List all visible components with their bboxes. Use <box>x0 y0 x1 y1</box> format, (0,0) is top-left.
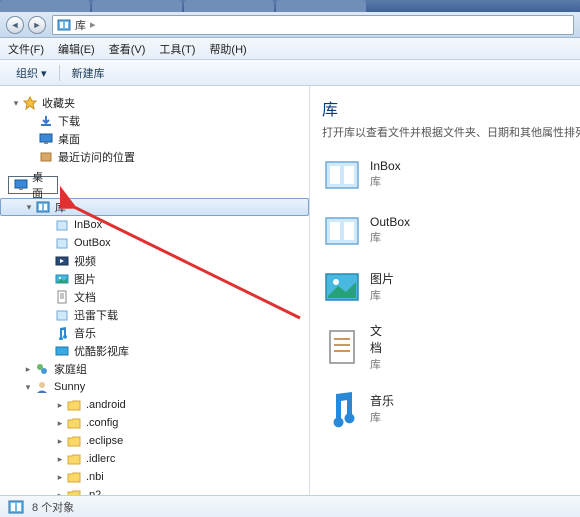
breadcrumb-sep: ▸ <box>90 18 96 31</box>
download-icon <box>54 307 70 323</box>
tab[interactable] <box>92 0 182 12</box>
tree-folder-eclipse[interactable]: ▸.eclipse <box>0 432 309 450</box>
tree-folder-config[interactable]: ▸.config <box>0 414 309 432</box>
tree-outbox[interactable]: OutBox <box>0 234 309 252</box>
content-subtitle: 打开库以查看文件并根据文件夹、日期和其他属性排列这些文件。 <box>322 124 568 140</box>
content-title: 库 <box>322 96 568 120</box>
desktop-icon <box>13 177 28 193</box>
breadcrumb-location: 库 <box>75 17 86 33</box>
tree-user-sunny[interactable]: ▾Sunny <box>0 378 309 396</box>
address-box[interactable]: 库 ▸ <box>52 15 574 35</box>
library-item-documents[interactable]: 文档库 <box>322 322 382 372</box>
tab[interactable] <box>184 0 274 12</box>
address-bar-row: ◄ ► 库 ▸ <box>0 12 580 38</box>
browser-tabs-bar <box>0 0 580 12</box>
content-pane: 库 打开库以查看文件并根据文件夹、日期和其他属性排列这些文件。 InBox库 O… <box>310 86 580 495</box>
status-bar: 8 个对象 <box>0 495 580 517</box>
tree-recent[interactable]: 最近访问的位置 <box>0 148 309 166</box>
tree-folder-android[interactable]: ▸.android <box>0 396 309 414</box>
tree-libraries[interactable]: ▾库 <box>0 198 309 216</box>
folder-icon <box>66 397 82 413</box>
folder-icon <box>54 235 70 251</box>
tree-homegroup[interactable]: ▸家庭组 <box>0 360 309 378</box>
folder-icon <box>66 433 82 449</box>
picture-library-icon <box>322 266 362 306</box>
status-count: 8 个对象 <box>32 499 74 515</box>
menu-bar: 文件(F) 编辑(E) 查看(V) 工具(T) 帮助(H) <box>0 38 580 60</box>
library-item-outbox[interactable]: OutBox库 <box>322 210 382 250</box>
tab[interactable] <box>0 0 90 12</box>
picture-icon <box>54 271 70 287</box>
folder-icon <box>54 217 70 233</box>
video-icon <box>54 253 70 269</box>
tree-desktop-root[interactable]: 桌面 <box>8 176 58 194</box>
folder-icon <box>66 451 82 467</box>
homegroup-icon <box>34 361 50 377</box>
tree-pictures[interactable]: 图片 <box>0 270 309 288</box>
desktop-icon <box>38 131 54 147</box>
back-button[interactable]: ◄ <box>6 16 24 34</box>
tree-music[interactable]: 音乐 <box>0 324 309 342</box>
user-icon <box>34 379 50 395</box>
recent-icon <box>38 149 54 165</box>
tree-documents[interactable]: 文档 <box>0 288 309 306</box>
star-icon <box>22 95 38 111</box>
library-icon <box>35 199 51 215</box>
library-item-music[interactable]: 音乐库 <box>322 388 522 428</box>
forward-button[interactable]: ► <box>28 16 46 34</box>
library-item-inbox[interactable]: InBox库 <box>322 154 522 194</box>
video-icon <box>54 343 70 359</box>
menu-edit[interactable]: 编辑(E) <box>58 41 95 57</box>
tree-xunlei[interactable]: 迅雷下载 <box>0 306 309 324</box>
document-library-icon <box>322 327 362 367</box>
tab[interactable] <box>276 0 366 12</box>
tree-desktop-fav[interactable]: 桌面 <box>0 130 309 148</box>
tree-downloads[interactable]: 下载 <box>0 112 309 130</box>
download-icon <box>38 113 54 129</box>
library-item-pictures[interactable]: 图片库 <box>322 266 522 306</box>
menu-tools[interactable]: 工具(T) <box>159 41 195 57</box>
new-library-button[interactable]: 新建库 <box>64 63 113 83</box>
library-icon <box>57 18 71 32</box>
navigation-tree[interactable]: ▾收藏夹 下载 桌面 最近访问的位置 桌面 ▾库 InBox OutBox 视频… <box>0 86 310 495</box>
tree-youku[interactable]: 优酷影视库 <box>0 342 309 360</box>
separator <box>59 65 60 81</box>
tree-folder-nbi[interactable]: ▸.nbi <box>0 468 309 486</box>
tree-favorites[interactable]: ▾收藏夹 <box>0 94 309 112</box>
menu-view[interactable]: 查看(V) <box>109 41 146 57</box>
library-folder-icon <box>322 154 362 194</box>
menu-help[interactable]: 帮助(H) <box>209 41 246 57</box>
tree-inbox[interactable]: InBox <box>0 216 309 234</box>
library-icon <box>8 499 24 515</box>
folder-icon <box>66 469 82 485</box>
document-icon <box>54 289 70 305</box>
tree-video[interactable]: 视频 <box>0 252 309 270</box>
tree-folder-idlerc[interactable]: ▸.idlerc <box>0 450 309 468</box>
library-folder-icon <box>322 210 362 250</box>
folder-icon <box>66 415 82 431</box>
tree-folder-p2[interactable]: ▸.p2 <box>0 486 309 495</box>
folder-icon <box>66 487 82 495</box>
music-library-icon <box>322 388 362 428</box>
toolbar: 组织 ▾ 新建库 <box>0 60 580 86</box>
music-icon <box>54 325 70 341</box>
menu-file[interactable]: 文件(F) <box>8 41 44 57</box>
organize-button[interactable]: 组织 ▾ <box>8 63 55 83</box>
